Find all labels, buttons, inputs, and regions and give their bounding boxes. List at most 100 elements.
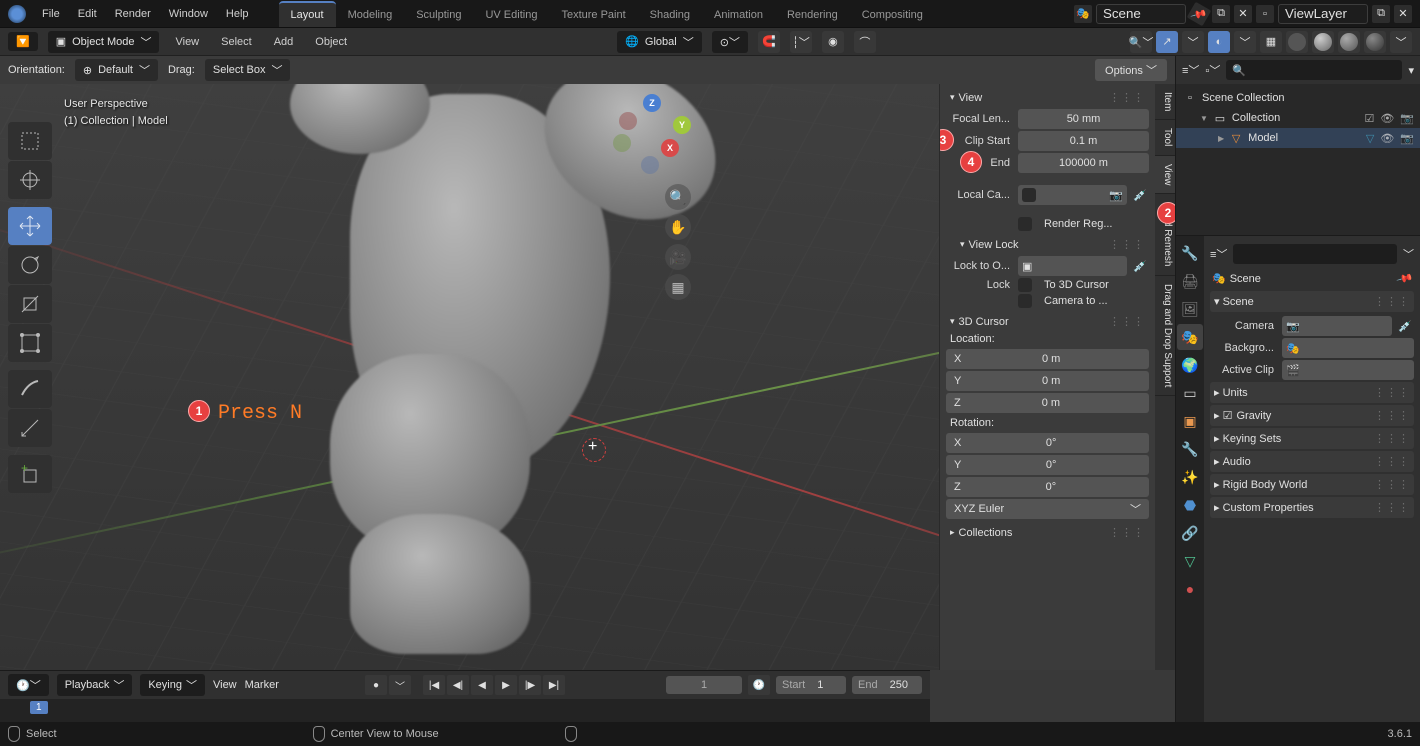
keying-dropdown[interactable]: Keying ﹀ xyxy=(140,674,205,696)
prop-tab-data[interactable]: ▽ xyxy=(1177,548,1203,574)
view-menu[interactable]: View xyxy=(169,32,205,52)
menu-window[interactable]: Window xyxy=(161,4,216,24)
shading-wireframe-icon[interactable] xyxy=(1286,31,1308,53)
tab-modeling[interactable]: Modeling xyxy=(336,1,405,27)
shading-rendered-icon[interactable] xyxy=(1364,31,1386,53)
camera-view-icon[interactable]: 🎥 xyxy=(665,244,691,270)
checkbox[interactable] xyxy=(1022,188,1036,202)
cursor-loc-z[interactable]: Z0 m xyxy=(946,393,1149,413)
visibility-icon[interactable]: 🔍﹀ xyxy=(1130,31,1152,53)
menu-edit[interactable]: Edit xyxy=(70,4,105,24)
n-tab-item[interactable]: Item xyxy=(1155,84,1175,120)
tab-animation[interactable]: Animation xyxy=(702,1,775,27)
pivot-dropdown[interactable]: ⊙﹀ xyxy=(712,31,748,53)
gizmo-neg-z[interactable] xyxy=(641,156,659,174)
tool-annotate[interactable] xyxy=(8,370,52,408)
current-frame-input[interactable]: 1 xyxy=(666,676,742,694)
render-region-checkbox[interactable] xyxy=(1018,217,1032,231)
shading-solid-icon[interactable] xyxy=(1312,31,1334,53)
orientation-select[interactable]: ⊕ Default ﹀ xyxy=(75,59,158,81)
camera-restrict-icon[interactable]: 📷 xyxy=(1400,112,1414,125)
drag-select[interactable]: Select Box ﹀ xyxy=(205,59,291,81)
eye-icon[interactable]: 👁 xyxy=(1380,112,1394,125)
timeline-marker-menu[interactable]: Marker xyxy=(245,679,279,691)
camera-input[interactable]: 📷 xyxy=(1282,316,1392,336)
pin-icon[interactable]: 📌 xyxy=(1187,1,1212,26)
mesh-data-icon[interactable]: ▽ xyxy=(1366,132,1374,145)
rotation-mode-dropdown[interactable]: XYZ Euler﹀ xyxy=(946,499,1149,519)
gizmo-neg-x[interactable] xyxy=(619,112,637,130)
gizmo-neg-y[interactable] xyxy=(613,134,631,152)
menu-file[interactable]: File xyxy=(34,4,68,24)
focal-length-input[interactable]: 50 mm xyxy=(1018,109,1149,129)
eyedropper-icon[interactable]: 💉 xyxy=(1131,260,1149,273)
local-camera-input[interactable]: 📷 xyxy=(1018,185,1127,205)
menu-render[interactable]: Render xyxy=(107,4,159,24)
drag-handle-icon[interactable]: ⋮⋮⋮ xyxy=(1109,315,1145,328)
disclosure-icon[interactable]: ▶ xyxy=(1218,134,1224,143)
eyedropper-icon[interactable]: 💉 xyxy=(1396,320,1414,333)
collections-header[interactable]: ▸ Collections ⋮⋮⋮ xyxy=(946,523,1149,542)
prop-tab-material[interactable]: ● xyxy=(1177,576,1203,602)
auto-keying-dropdown[interactable]: ﹀ xyxy=(389,675,411,695)
gizmo-dropdown[interactable]: ﹀ xyxy=(1182,31,1204,53)
cursor-section-header[interactable]: ▾ 3D Cursor ⋮⋮⋮ xyxy=(946,312,1149,331)
cursor-loc-x[interactable]: X0 m xyxy=(946,349,1149,369)
tool-scale[interactable] xyxy=(8,285,52,323)
mode-dropdown[interactable]: ▣ Object Mode ﹀ xyxy=(48,31,160,53)
jump-start-icon[interactable]: |◀ xyxy=(423,675,445,695)
drag-handle-icon[interactable]: ⋮⋮⋮ xyxy=(1109,91,1145,104)
overlay-icon[interactable]: ◐ xyxy=(1208,31,1230,53)
copy-scene-icon[interactable]: ⧉ xyxy=(1212,5,1230,23)
tool-rotate[interactable] xyxy=(8,246,52,284)
snap-dropdown[interactable]: ┆﹀ xyxy=(790,31,812,53)
tree-model[interactable]: ▶ ▽ Model ▽ 👁 📷 xyxy=(1176,128,1420,148)
lock-to-object-input[interactable]: ▣ xyxy=(1018,256,1127,276)
play-icon[interactable]: ▶ xyxy=(495,675,517,695)
tab-uv-editing[interactable]: UV Editing xyxy=(473,1,549,27)
next-keyframe-icon[interactable]: |▶ xyxy=(519,675,541,695)
tab-shading[interactable]: Shading xyxy=(638,1,702,27)
proportional-icon[interactable]: ◉ xyxy=(822,31,844,53)
prop-tab-render[interactable]: 🔧 xyxy=(1177,240,1203,266)
prop-tab-object[interactable]: ▣ xyxy=(1177,408,1203,434)
proportional-dropdown[interactable]: ⌒ xyxy=(854,31,876,53)
end-frame-input[interactable]: End250 xyxy=(852,676,922,694)
outliner-type-dropdown[interactable]: ≡﹀ xyxy=(1182,62,1199,78)
scene-browse-icon[interactable]: 🎭 xyxy=(1074,5,1092,23)
units-header[interactable]: ▸ Units⋮⋮⋮ xyxy=(1210,382,1414,403)
overlay-dropdown[interactable]: ﹀ xyxy=(1234,31,1256,53)
snap-icon[interactable]: 🧲 xyxy=(758,31,780,53)
prop-tab-modifiers[interactable]: 🔧 xyxy=(1177,436,1203,462)
playhead[interactable]: 1 xyxy=(30,701,48,714)
prop-tab-scene[interactable]: 🎭 xyxy=(1177,324,1203,350)
tab-layout[interactable]: Layout xyxy=(279,1,336,27)
background-input[interactable]: 🎭 xyxy=(1282,338,1414,358)
pan-icon[interactable]: ✋ xyxy=(665,214,691,240)
prop-tab-constraints[interactable]: 🔗 xyxy=(1177,520,1203,546)
scene-section-header[interactable]: ▾ Scene⋮⋮⋮ xyxy=(1210,291,1414,312)
select-menu[interactable]: Select xyxy=(215,32,258,52)
filter-icon[interactable]: ▾ xyxy=(1408,64,1414,77)
tool-move[interactable] xyxy=(8,207,52,245)
tree-scene-collection[interactable]: ▫ Scene Collection xyxy=(1176,88,1420,108)
menu-help[interactable]: Help xyxy=(218,4,257,24)
drag-handle-icon[interactable]: ⋮⋮⋮ xyxy=(1109,526,1145,539)
tool-transform[interactable] xyxy=(8,324,52,362)
viewlayer-name-input[interactable] xyxy=(1278,4,1368,24)
viewport-3d[interactable]: User Perspective (1) Collection | Model … xyxy=(0,84,939,670)
n-tab-view[interactable]: View xyxy=(1155,156,1175,195)
gizmo-icon[interactable]: ↗ xyxy=(1156,31,1178,53)
active-clip-input[interactable]: 🎬 xyxy=(1282,360,1414,380)
gravity-header[interactable]: ▸ ☑Gravity⋮⋮⋮ xyxy=(1210,405,1414,426)
zoom-icon[interactable]: 🔍 xyxy=(665,184,691,210)
start-frame-input[interactable]: Start1 xyxy=(776,676,846,694)
audio-header[interactable]: ▸ Audio⋮⋮⋮ xyxy=(1210,451,1414,472)
exclude-checkbox[interactable]: ☑ xyxy=(1364,112,1374,125)
view-lock-header[interactable]: ▾ View Lock ⋮⋮⋮ xyxy=(946,235,1149,254)
orientation-dropdown[interactable]: 🌐 Global ﹀ xyxy=(617,31,702,53)
gizmo-z[interactable]: Z xyxy=(643,94,661,112)
cursor-rot-y[interactable]: Y0° xyxy=(946,455,1149,475)
prop-tab-viewlayer[interactable]: 🖼 xyxy=(1177,296,1203,322)
to-3d-cursor-checkbox[interactable] xyxy=(1018,278,1032,292)
